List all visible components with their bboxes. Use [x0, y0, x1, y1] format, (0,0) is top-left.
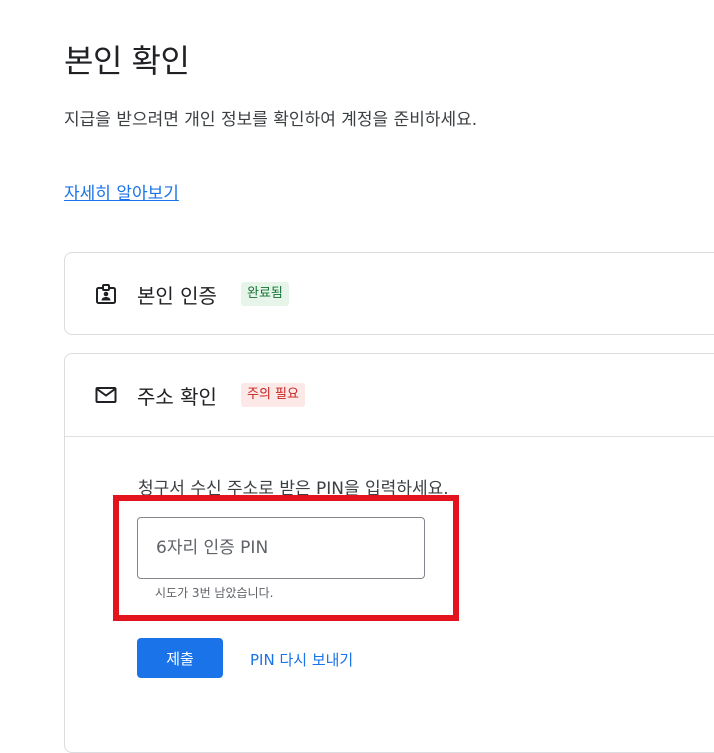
mail-icon	[93, 382, 119, 408]
identity-card-title: 본인 인증	[137, 283, 217, 308]
id-badge-icon	[93, 281, 119, 307]
identity-verification-card[interactable]: 본인 인증 완료됨	[64, 252, 714, 335]
intro-text: 지급을 받으려면 개인 정보를 확인하여 계정을 준비하세요.	[64, 110, 478, 130]
identity-card-header[interactable]: 본인 인증 완료됨	[65, 253, 714, 335]
card-divider	[65, 436, 714, 437]
resend-pin-link[interactable]: PIN 다시 보내기	[250, 649, 353, 670]
submit-button[interactable]: 제출	[137, 638, 223, 678]
learn-more-link[interactable]: 자세히 알아보기	[64, 179, 179, 204]
pin-input[interactable]	[137, 517, 425, 579]
address-card-title: 주소 확인	[137, 384, 217, 409]
status-badge-complete: 완료됨	[241, 282, 289, 306]
page-title: 본인 확인	[64, 42, 190, 80]
attempts-remaining-text: 시도가 3번 남았습니다.	[155, 586, 274, 600]
address-verification-card: 주소 확인 주의 필요 청구서 수신 주소로 받은 PIN을 입력하세요. 시도…	[64, 353, 714, 753]
address-card-header[interactable]: 주소 확인 주의 필요	[65, 354, 714, 436]
status-badge-attention: 주의 필요	[241, 383, 305, 407]
